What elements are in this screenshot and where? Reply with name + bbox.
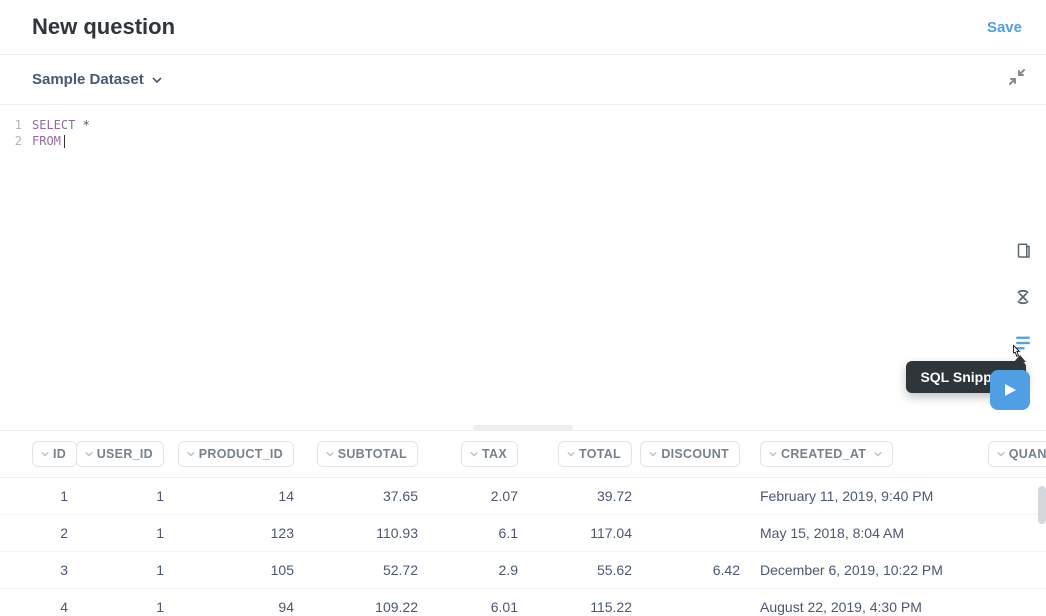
table-row[interactable]: 21123110.936.1117.04 May 15, 2018, 8:04 A…	[0, 515, 1046, 552]
cell-product-id: 14	[176, 478, 306, 515]
cell-total: 115.22	[530, 589, 644, 616]
results-panel: ID USER_ID PRODUCT_ID SUBTOTAL TAX TOTAL…	[0, 430, 1046, 616]
variables-icon[interactable]	[1012, 286, 1034, 308]
column-header-quantity[interactable]: QUANTITY	[988, 441, 1046, 467]
cell-total: 39.72	[530, 478, 644, 515]
database-selector[interactable]: Sample Dataset	[32, 71, 162, 88]
column-header-id[interactable]: ID	[32, 441, 77, 467]
chevron-down-icon	[187, 450, 195, 458]
column-header-subtotal[interactable]: SUBTOTAL	[317, 441, 418, 467]
save-button[interactable]: Save	[987, 19, 1022, 36]
table-row[interactable]: 4194109.226.01115.22 August 22, 2019, 4:3…	[0, 589, 1046, 616]
cell-tax: 2.9	[430, 552, 530, 589]
column-header-product-id[interactable]: PRODUCT_ID	[178, 441, 294, 467]
run-query-button[interactable]	[990, 370, 1030, 410]
chevron-down-icon	[567, 450, 575, 458]
column-header-total[interactable]: TOTAL	[558, 441, 632, 467]
editor-gutter: 1 2	[0, 117, 22, 149]
cell-subtotal: 110.93	[306, 515, 430, 552]
vertical-scrollbar[interactable]	[1038, 486, 1046, 524]
cell-user-id: 1	[80, 589, 176, 616]
database-name: Sample Dataset	[32, 71, 144, 88]
sql-editor[interactable]: SELECT * FROM	[32, 117, 986, 377]
cell-product-id: 105	[176, 552, 306, 589]
cell-id: 1	[0, 478, 80, 515]
cell-tax: 6.1	[430, 515, 530, 552]
minimize-editor-button[interactable]	[1008, 68, 1026, 91]
table-row[interactable]: 111437.652.0739.72February 11, 2019, 9:4…	[0, 478, 1046, 515]
chevron-down-icon	[152, 75, 162, 85]
cell-user-id: 1	[80, 515, 176, 552]
cell-created-at: August 22, 2019, 4:30 PM	[752, 589, 992, 616]
cell-subtotal: 109.22	[306, 589, 430, 616]
column-header-user-id[interactable]: USER_ID	[76, 441, 164, 467]
cell-created-at: December 6, 2019, 10:22 PM	[752, 552, 992, 589]
cell-total: 55.62	[530, 552, 644, 589]
page-title: New question	[32, 14, 175, 40]
chevron-down-icon	[326, 450, 334, 458]
cell-product-id: 94	[176, 589, 306, 616]
cell-tax: 2.07	[430, 478, 530, 515]
cell-user-id: 1	[80, 552, 176, 589]
data-reference-icon[interactable]	[1012, 240, 1034, 262]
chevron-down-icon	[769, 450, 777, 458]
chevron-down-icon	[85, 450, 93, 458]
results-table: ID USER_ID PRODUCT_ID SUBTOTAL TAX TOTAL…	[0, 431, 1046, 616]
cell-discount	[644, 478, 752, 515]
column-header-created-at[interactable]: CREATED_AT	[760, 441, 893, 467]
cell-product-id: 123	[176, 515, 306, 552]
cell-discount	[644, 515, 752, 552]
cell-quantity	[992, 589, 1046, 616]
cell-tax: 6.01	[430, 589, 530, 616]
cell-id: 3	[0, 552, 80, 589]
cell-created-at: February 11, 2019, 9:40 PM	[752, 478, 992, 515]
cell-quantity	[992, 552, 1046, 589]
sql-snippets-icon[interactable]	[1012, 332, 1034, 354]
cell-subtotal: 37.65	[306, 478, 430, 515]
chevron-down-icon	[997, 450, 1005, 458]
chevron-down-icon	[649, 450, 657, 458]
chevron-down-icon	[41, 450, 49, 458]
cell-total: 117.04	[530, 515, 644, 552]
cell-created-at: May 15, 2018, 8:04 AM	[752, 515, 992, 552]
cell-discount: 6.42	[644, 552, 752, 589]
cell-discount	[644, 589, 752, 616]
column-header-discount[interactable]: DISCOUNT	[640, 441, 740, 467]
table-row[interactable]: 3110552.722.955.626.42December 6, 2019, …	[0, 552, 1046, 589]
cell-id: 4	[0, 589, 80, 616]
chevron-down-icon	[470, 450, 478, 458]
column-header-tax[interactable]: TAX	[461, 441, 518, 467]
cell-user-id: 1	[80, 478, 176, 515]
cell-subtotal: 52.72	[306, 552, 430, 589]
chevron-down-icon	[874, 450, 882, 458]
cell-id: 2	[0, 515, 80, 552]
